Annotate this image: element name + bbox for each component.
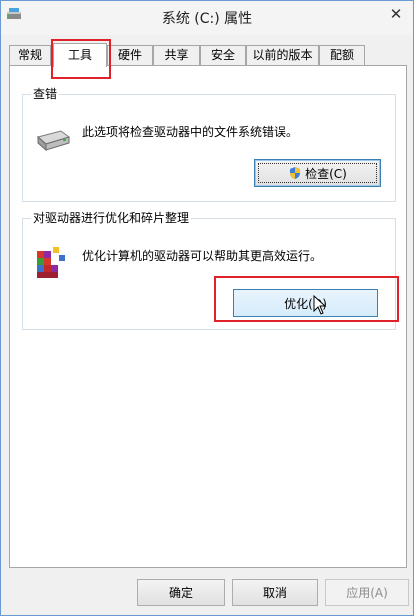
properties-dialog: 系统 (C:) 属性 ✕ 常规 工具 硬件 共享 安全 以前的版本 配额 查错 …: [0, 0, 414, 616]
focus-rect: [258, 163, 377, 183]
tab-tools[interactable]: 工具: [53, 43, 107, 67]
tab-hardware[interactable]: 硬件: [107, 45, 153, 66]
tab-security[interactable]: 安全: [200, 45, 246, 66]
ok-button[interactable]: 确定: [137, 579, 225, 606]
optimize-group-title: 对驱动器进行优化和碎片整理: [31, 211, 192, 225]
tab-strip: 常规 工具 硬件 共享 安全 以前的版本 配额: [9, 43, 407, 67]
drive-icon: [36, 130, 71, 152]
tab-quota[interactable]: 配额: [319, 45, 365, 66]
tab-general[interactable]: 常规: [9, 45, 51, 66]
check-group: 查错 此选项将检查驱动器中的文件系统错误。 检查(C): [22, 87, 396, 202]
mouse-cursor-icon: [313, 295, 327, 315]
defrag-icon: [37, 247, 65, 278]
ok-button-label: 确定: [168, 586, 193, 600]
check-button[interactable]: 检查(C): [254, 159, 381, 187]
tab-sharing[interactable]: 共享: [153, 45, 200, 66]
optimize-group: 对驱动器进行优化和碎片整理 优化计算机的驱动器可以帮助其更高效运行。 优化(O): [22, 211, 396, 330]
apply-button[interactable]: 应用(A): [325, 579, 409, 606]
title-bar: 系统 (C:) 属性 ✕: [1, 1, 413, 35]
cancel-button-label: 取消: [262, 586, 287, 600]
optimize-description: 优化计算机的驱动器可以帮助其更高效运行。: [82, 249, 323, 263]
check-description: 此选项将检查驱动器中的文件系统错误。: [82, 125, 299, 139]
tab-previous-versions[interactable]: 以前的版本: [246, 45, 319, 66]
tools-tab-panel: 查错 此选项将检查驱动器中的文件系统错误。 检查(C) 对驱动器进行优化和碎片整…: [9, 65, 407, 568]
check-group-title: 查错: [31, 87, 60, 101]
close-button[interactable]: ✕: [385, 5, 407, 23]
window-title: 系统 (C:) 属性: [161, 11, 253, 27]
apply-button-label: 应用(A): [346, 586, 388, 600]
optimize-button[interactable]: 优化(O): [233, 289, 378, 317]
cancel-button[interactable]: 取消: [232, 579, 318, 606]
